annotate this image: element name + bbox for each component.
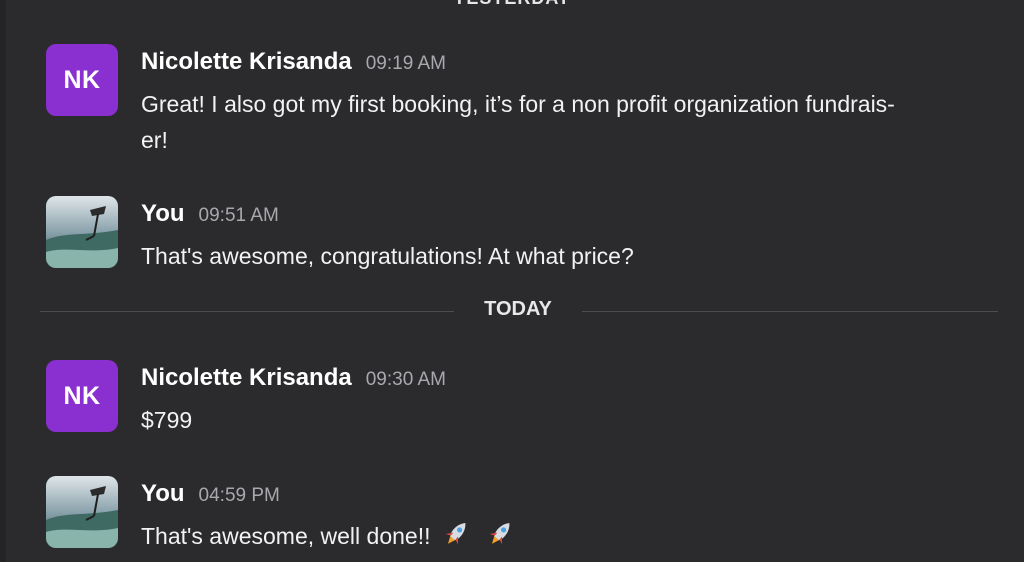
message-text: That's awesome, congratulations! At what…	[141, 243, 634, 269]
avatar[interactable]: NK	[46, 360, 118, 432]
panel-edge	[0, 0, 6, 562]
user-photo-avatar	[46, 476, 118, 548]
message-header: You 09:51 AM	[141, 200, 279, 228]
divider-label: TODAY	[484, 298, 552, 320]
avatar[interactable]	[46, 196, 118, 268]
sender-name[interactable]: Nicolette Krisanda	[141, 364, 352, 391]
rocket-icon	[440, 518, 474, 558]
user-photo-avatar	[46, 196, 118, 268]
message-text: $799	[141, 407, 193, 433]
message-header: Nicolette Krisanda 09:19 AM	[141, 48, 446, 76]
timestamp: 09:51 AM	[198, 205, 279, 226]
message-header: You 04:59 PM	[141, 480, 280, 508]
date-divider-today: TODAY	[40, 298, 998, 324]
sender-name[interactable]: Nicolette Krisanda	[141, 48, 352, 75]
sender-name[interactable]: You	[141, 200, 185, 227]
divider-line	[40, 311, 454, 312]
timestamp: 09:19 AM	[365, 53, 447, 74]
timestamp: 09:30 AM	[365, 369, 447, 390]
message-header: Nicolette Krisanda 09:30 AM	[141, 364, 446, 392]
avatar[interactable]: NK	[46, 44, 118, 116]
sender-name[interactable]: You	[141, 480, 185, 507]
message-text: Great! I also got my first booking, it’s…	[141, 91, 895, 153]
timestamp: 04:59 PM	[198, 485, 280, 506]
date-divider-yesterday: YESTERDAY	[0, 0, 1024, 8]
divider-line	[582, 311, 998, 312]
message-body: That's awesome, well done!!	[141, 523, 431, 549]
avatar[interactable]	[46, 476, 118, 548]
rocket-icon	[484, 518, 518, 558]
message-text: That's awesome, well done!!	[141, 518, 1011, 558]
